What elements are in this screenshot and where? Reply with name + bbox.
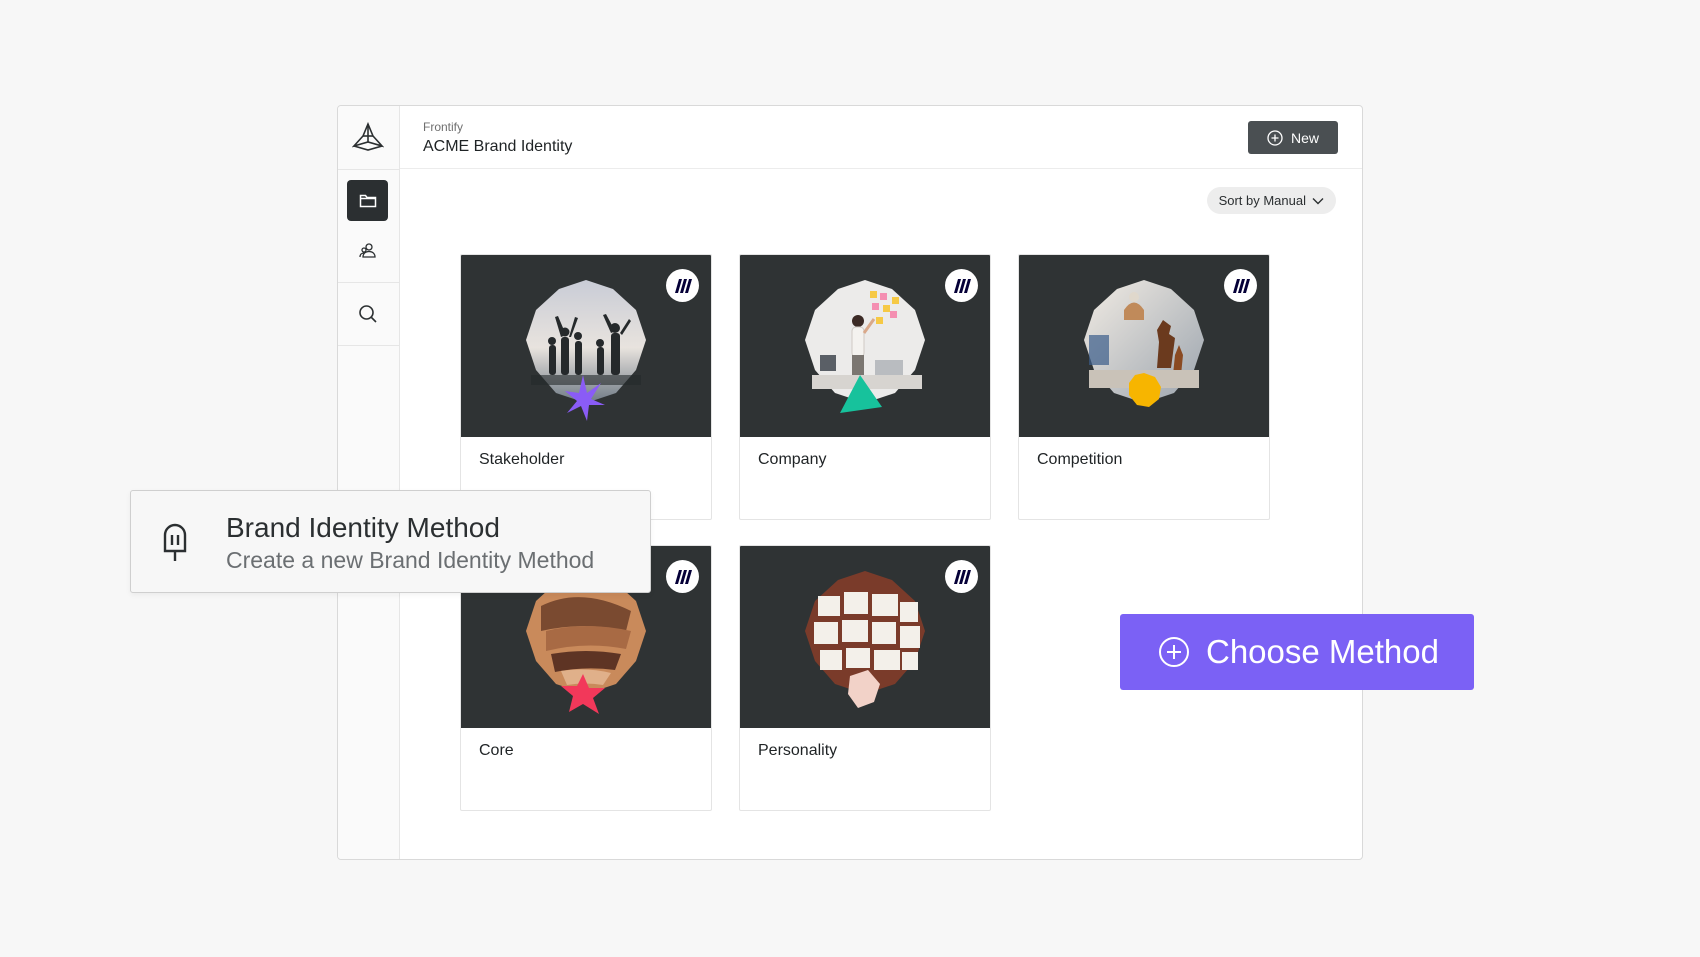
new-button[interactable]: New [1248, 121, 1338, 154]
miro-logo-icon [666, 269, 699, 302]
card-title: Stakeholder [479, 451, 565, 468]
card-title: Personality [758, 742, 838, 759]
card-thumbnail [461, 255, 711, 437]
method-card-stakeholder[interactable]: Stakeholder [460, 254, 712, 520]
sort-label: Sort by Manual [1218, 193, 1306, 208]
method-card-company[interactable]: Company [739, 254, 991, 520]
sidebar-divider [338, 282, 400, 283]
sidebar-divider [338, 169, 400, 170]
choose-method-label: Choose Method [1206, 633, 1439, 670]
new-button-label: New [1290, 129, 1319, 146]
card-thumbnail [740, 546, 990, 728]
card-thumbnail [1019, 255, 1269, 437]
miro-logo-icon [945, 269, 978, 302]
company-artwork [805, 280, 925, 413]
card-title: Core [479, 742, 514, 759]
card-title: Competition [1037, 451, 1123, 468]
plus-circle-icon [1267, 129, 1283, 146]
sidebar [338, 106, 400, 859]
miro-logo-icon [1224, 269, 1257, 302]
miro-logo-icon [666, 560, 699, 593]
plus-circle-icon [1159, 637, 1189, 667]
card-title: Company [758, 451, 827, 468]
frontify-logo-icon[interactable] [348, 119, 388, 155]
sidebar-item-users[interactable] [347, 230, 388, 271]
sort-dropdown[interactable]: Sort by Manual [1206, 187, 1336, 214]
search-icon [358, 304, 377, 323]
method-tooltip[interactable]: Brand Identity Method Create a new Brand… [130, 490, 651, 593]
card-thumbnail [740, 255, 990, 437]
method-card-personality[interactable]: Personality [739, 545, 991, 811]
users-icon [358, 242, 376, 258]
folder-icon [359, 194, 376, 207]
competition-artwork [1084, 280, 1204, 407]
tooltip-subtitle: Create a new Brand Identity Method [226, 547, 595, 573]
page-title: ACME Brand Identity [423, 138, 573, 155]
miro-logo-icon [945, 560, 978, 593]
sidebar-item-search[interactable] [347, 293, 388, 334]
stakeholder-artwork [526, 280, 646, 421]
tooltip-title: Brand Identity Method [226, 512, 500, 543]
top-bar: Frontify ACME Brand Identity New [400, 106, 1362, 169]
personality-artwork [805, 571, 925, 708]
popsicle-icon [163, 523, 187, 561]
sidebar-item-library[interactable] [347, 180, 388, 221]
method-card-competition[interactable]: Competition [1018, 254, 1270, 520]
chevron-down-icon [1312, 197, 1324, 204]
sidebar-divider [338, 345, 400, 346]
app-window: Frontify ACME Brand Identity New Sort by… [337, 105, 1363, 860]
choose-method-button[interactable]: Choose Method [1120, 614, 1474, 690]
breadcrumb-org[interactable]: Frontify [423, 120, 463, 134]
